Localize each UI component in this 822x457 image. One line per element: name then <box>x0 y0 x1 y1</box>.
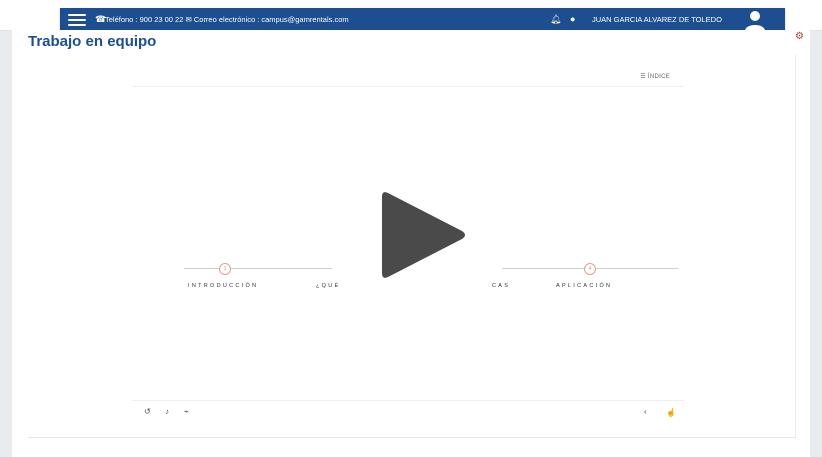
settings-icon[interactable]: ⚙ <box>795 31 804 42</box>
top-navbar: ☎ Teléfono : 900 23 00 22 ✉ Correo elect… <box>0 0 822 33</box>
section-introduccion[interactable]: INTRODUCCIÓN <box>188 283 258 289</box>
section-cas[interactable]: CAS <box>492 283 510 289</box>
menu-icon[interactable] <box>68 14 86 26</box>
divider <box>28 437 796 438</box>
captions-icon[interactable]: ⌁ <box>184 407 189 416</box>
bell-icon[interactable]: 🔔︎ <box>550 14 561 25</box>
user-avatar-icon[interactable] <box>744 9 766 31</box>
play-icon[interactable] <box>380 187 470 283</box>
player-divider <box>132 86 684 87</box>
rewind-icon[interactable]: ↺ <box>144 407 151 416</box>
back-icon[interactable]: ‹ <box>644 407 647 416</box>
card-border <box>795 55 796 437</box>
user-name[interactable]: JUAN GARCIA ALVAREZ DE TOLEDO <box>592 15 722 24</box>
section-aplicacion[interactable]: APLICACIÓN <box>556 283 612 289</box>
cursor-icon: ☝ <box>666 408 676 417</box>
timeline-node-1[interactable]: 1 <box>219 263 231 275</box>
timeline-line <box>184 268 332 269</box>
volume-icon[interactable]: ♪ <box>165 407 169 416</box>
page-title: Trabajo en equipo <box>28 33 157 50</box>
timeline-node-4[interactable]: 4 <box>584 263 596 275</box>
section-que[interactable]: ¿QUÉ <box>316 283 340 289</box>
video-player[interactable]: ☰ ÍNDICE 1 4 INTRODUCCIÓN ¿QUÉ CAS APLIC… <box>132 64 684 429</box>
chat-icon[interactable]: ● <box>570 14 575 24</box>
index-button[interactable]: ☰ ÍNDICE <box>640 73 670 80</box>
contact-info: Teléfono : 900 23 00 22 ✉ Correo electró… <box>105 15 349 24</box>
player-divider <box>132 400 684 401</box>
